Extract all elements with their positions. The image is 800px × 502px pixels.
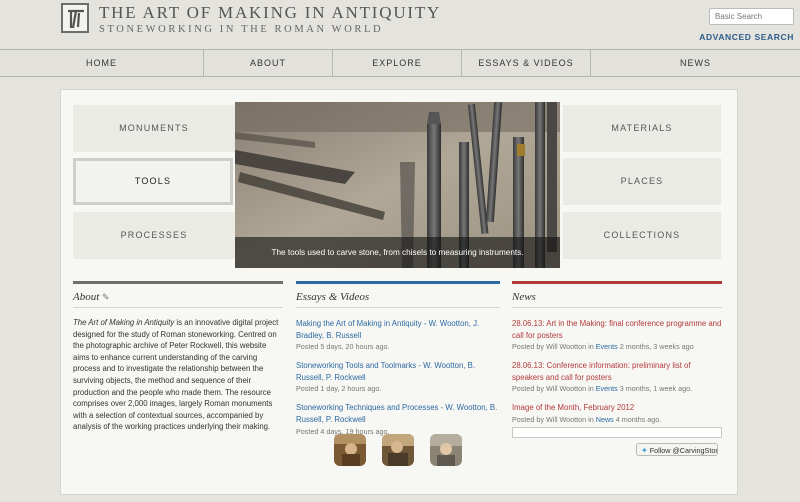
site-title[interactable]: THE ART OF MAKING IN ANTIQUITY [99, 3, 441, 23]
essay-item: Stoneworking Tools and Toolmarks - W. Wo… [296, 360, 500, 394]
nav-news[interactable]: NEWS [591, 50, 800, 76]
category-collections[interactable]: COLLECTIONS [563, 212, 721, 259]
site-subtitle: STONEWORKING IN THE ROMAN WORLD [99, 24, 384, 35]
news-item: Image of the Month, February 2012 Posted… [512, 402, 722, 425]
video-thumbnail-2[interactable] [382, 434, 414, 466]
news-category-link[interactable]: News [596, 415, 614, 424]
site-header: THE ART OF MAKING IN ANTIQUITY STONEWORK… [0, 0, 800, 48]
nav-essays-videos[interactable]: ESSAYS & VIDEOS [462, 50, 591, 76]
essays-rule [296, 281, 500, 284]
video-thumbnail-image [334, 434, 366, 466]
about-rule [73, 281, 283, 284]
essay-meta: Posted 1 day, 2 hours ago. [296, 384, 382, 394]
news-item: 28.06.13: Conference information: prelim… [512, 360, 722, 394]
about-text: The Art of Making in Antiquity is an inn… [73, 317, 283, 433]
main-nav: HOME ABOUT EXPLORE ESSAYS & VIDEOS NEWS [0, 49, 800, 77]
essay-link[interactable]: Stoneworking Techniques and Processes - … [296, 402, 500, 425]
category-places[interactable]: PLACES [563, 158, 721, 205]
nav-home[interactable]: HOME [0, 50, 204, 76]
news-separator [512, 307, 722, 308]
video-thumbnail-image [430, 434, 462, 466]
news-meta: Posted by Will Wootton in Events 3 month… [512, 383, 722, 394]
nav-explore[interactable]: EXPLORE [333, 50, 462, 76]
twitter-feed-box [512, 427, 722, 438]
site-logo[interactable] [61, 3, 89, 33]
about-section: About ✎ The Art of Making in Antiquity i… [73, 281, 283, 433]
about-project-name: The Art of Making in Antiquity [73, 318, 175, 327]
about-description: is an innovative digital project designe… [73, 318, 279, 432]
category-processes[interactable]: PROCESSES [73, 212, 235, 259]
essay-item: Making the Art of Making in Antiquity - … [296, 318, 500, 352]
news-category-link[interactable]: Events [596, 342, 618, 351]
news-meta: Posted by Will Wootton in News 4 months … [512, 414, 722, 425]
hero-image[interactable]: The tools used to carve stone, from chis… [235, 102, 560, 268]
news-meta-author: Posted by Will Wootton in [512, 384, 596, 394]
news-link[interactable]: Image of the Month, February 2012 [512, 402, 722, 414]
about-heading: About ✎ [73, 291, 283, 303]
hero-caption: The tools used to carve stone, from chis… [235, 237, 560, 268]
logo-glyph-icon [68, 9, 84, 29]
basic-search-input[interactable] [709, 8, 794, 25]
advanced-search-link[interactable]: ADVANCED SEARCH [699, 32, 794, 42]
nav-about[interactable]: ABOUT [204, 50, 333, 76]
news-link[interactable]: 28.06.13: Art in the Making: final confe… [512, 318, 722, 341]
essay-meta: Posted 5 days, 20 hours ago. [296, 342, 390, 352]
news-section: News 28.06.13: Art in the Making: final … [512, 281, 722, 425]
news-rule [512, 281, 722, 284]
category-tools[interactable]: TOOLS [73, 158, 233, 205]
twitter-follow-button[interactable]: ✦ Follow @CarvingStones [636, 443, 718, 456]
twitter-bird-icon: ✦ [641, 446, 648, 455]
essays-title: Essays & Videos [296, 291, 370, 303]
news-item: 28.06.13: Art in the Making: final confe… [512, 318, 722, 352]
video-thumbnail-3[interactable] [430, 434, 462, 466]
news-meta-author: Posted by Will Wootton in [512, 342, 596, 352]
video-thumbnail-image [382, 434, 414, 466]
news-title: News [512, 291, 536, 303]
news-meta-time: 3 months, 1 week ago. [617, 384, 693, 394]
essay-item: Stoneworking Techniques and Processes - … [296, 402, 500, 436]
category-materials[interactable]: MATERIALS [563, 105, 721, 152]
news-category-link[interactable]: Events [596, 384, 618, 393]
news-meta-author: Posted by Will Wootton in [512, 414, 596, 424]
essay-link[interactable]: Making the Art of Making in Antiquity - … [296, 318, 500, 341]
twitter-follow-label: Follow @CarvingStones [649, 446, 717, 455]
about-title: About [73, 291, 100, 303]
news-meta: Posted by Will Wootton in Events 2 month… [512, 341, 722, 352]
category-monuments[interactable]: MONUMENTS [73, 105, 235, 152]
about-separator [73, 307, 283, 308]
essay-link[interactable]: Stoneworking Tools and Toolmarks - W. Wo… [296, 360, 500, 383]
pencil-icon[interactable]: ✎ [102, 292, 110, 302]
news-link[interactable]: 28.06.13: Conference information: prelim… [512, 360, 722, 383]
video-thumbnail-1[interactable] [334, 434, 366, 466]
essays-section: Essays & Videos Making the Art of Making… [296, 281, 500, 437]
news-meta-time: 2 months, 3 weeks ago [617, 342, 694, 352]
news-meta-time: 4 months ago. [613, 414, 662, 424]
essays-separator [296, 307, 500, 308]
